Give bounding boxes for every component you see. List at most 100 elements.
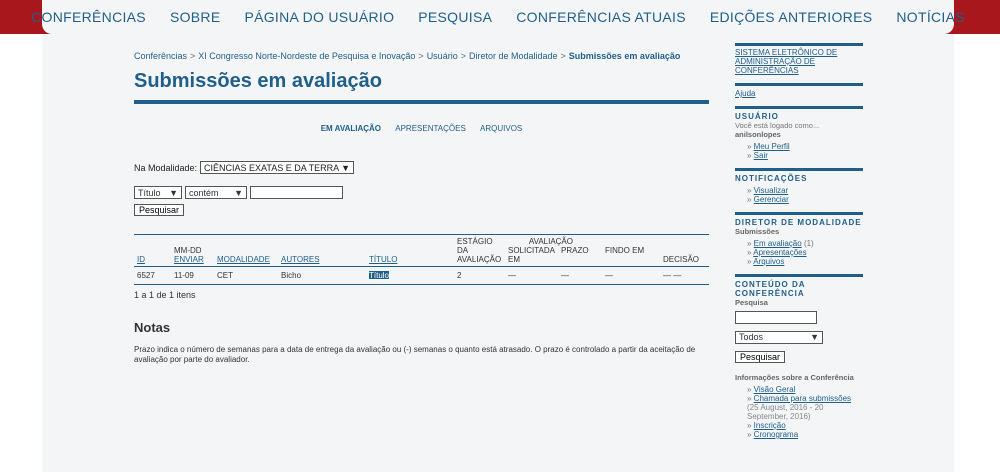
breadcrumb-separator: > <box>460 51 466 61</box>
modality-select-value: CIÊNCIAS EXATAS E DA TERRA <box>204 162 340 173</box>
content-block: CONTEÚDO DA CONFERÊNCIA Pesquisa Todos ▼… <box>735 274 863 439</box>
logout-link[interactable]: Sair <box>754 151 768 160</box>
breadcrumb-separator: > <box>418 51 424 61</box>
tab-arquivos[interactable]: ARQUIVOS <box>480 124 522 133</box>
my-profile-link[interactable]: Meu Perfil <box>754 142 790 151</box>
logged-as-text: Você está logado como... <box>735 121 820 130</box>
manage-notifications-link[interactable]: Gerenciar <box>754 195 789 204</box>
modality-filter: Na Modalidade: CIÊNCIAS EXATAS E DA TERR… <box>134 161 709 174</box>
overview-link[interactable]: Visão Geral <box>754 385 796 394</box>
col-modality[interactable]: MODALIDADE <box>217 255 270 264</box>
page-title: Submissões em avaliação <box>134 70 709 104</box>
cell-authors: Bicho <box>281 271 302 280</box>
cell-id: 6527 <box>137 271 155 280</box>
nav-conferencias-atuais[interactable]: CONFERÊNCIAS ATUAIS <box>516 9 686 25</box>
breadcrumb-separator: > <box>560 51 566 61</box>
col-title[interactable]: TÍTULO <box>369 255 397 264</box>
modality-filter-label: Na Modalidade: <box>134 162 198 173</box>
col-done: FINDO EM <box>605 246 645 255</box>
col-deadline: PRAZO <box>561 246 589 255</box>
dropdown-arrow-icon: ▼ <box>341 162 351 173</box>
search-button[interactable]: Pesquisar <box>134 204 185 216</box>
director-block: DIRETOR DE MODALIDADE Submissões Em aval… <box>735 212 863 266</box>
col-stage-line2: AVALIAÇÃO <box>457 255 502 264</box>
col-authors[interactable]: AUTORES <box>281 255 320 264</box>
dropdown-arrow-icon: ▼ <box>810 332 819 342</box>
em-avaliacao-count: (1) <box>803 239 814 248</box>
search-field-select[interactable]: Título ▼ <box>134 186 182 199</box>
breadcrumb-diretor[interactable]: Diretor de Modalidade <box>469 51 558 61</box>
page-body: Conferências > XI Congresso Norte-Nordeste… <box>42 34 954 472</box>
view-notifications-link[interactable]: Visualizar <box>754 186 789 195</box>
sidebar-item-em-avaliacao[interactable]: Em avaliação <box>754 239 802 248</box>
col-id[interactable]: ID <box>137 255 145 264</box>
col-stage-line1: ESTÁGIO DA <box>457 237 493 255</box>
help-link[interactable]: Ajuda <box>735 89 863 98</box>
user-block: USUÁRIO Você está logado como... anilson… <box>735 106 863 160</box>
search-field-value: Título <box>138 187 161 198</box>
sidebar: SISTEMA ELETRÔNICO DE ADMINISTRAÇÃO DE C… <box>735 43 863 439</box>
notes-heading: Notas <box>134 320 171 335</box>
submissions-table: ID MM-DD ENVIAR MODALIDADE AUTORES TÍTULO… <box>134 234 709 285</box>
cell-title-link[interactable]: Título <box>369 271 390 280</box>
call-dates: (25 August, 2016 - 20 September, 2016) <box>747 403 824 421</box>
table-row: 6527 11-09 CET Bicho Título 2 — — — — — <box>134 267 709 285</box>
sidebar-scope-value: Todos <box>739 332 764 342</box>
breadcrumb-congresso[interactable]: XI Congresso Norte-Nordeste de Pesquisa … <box>198 51 415 61</box>
breadcrumb-usuario[interactable]: Usuário <box>427 51 458 61</box>
notifications-block: NOTIFICAÇÕES Visualizar Gerenciar <box>735 168 863 204</box>
schedule-link[interactable]: Cronograma <box>754 430 798 439</box>
col-date[interactable]: ENVIAR <box>174 255 204 264</box>
director-title: DIRETOR DE MODALIDADE <box>735 218 862 227</box>
cell-deadline: — <box>561 271 569 280</box>
breadcrumb-conferencias[interactable]: Conferências <box>134 51 187 61</box>
cell-done: — <box>605 271 613 280</box>
nav-noticias[interactable]: NOTÍCIAS <box>896 9 965 25</box>
sidebar-item-arquivos[interactable]: Arquivos <box>753 257 784 266</box>
cell-requested: — <box>508 271 516 280</box>
sidebar-item-apresentacoes[interactable]: Apresentações <box>753 248 806 257</box>
col-review-group: AVALIAÇÃO <box>528 237 573 246</box>
registration-link[interactable]: Inscrição <box>754 421 786 430</box>
subtabs: EM AVALIAÇÃO APRESENTAÇÕES ARQUIVOS <box>134 124 709 133</box>
breadcrumb: Conferências > XI Congresso Norte-Nordeste… <box>134 51 709 62</box>
notes-text: Prazo indica o número de semanas para a … <box>134 345 696 364</box>
breadcrumb-current[interactable]: Submissões em avaliação <box>569 51 681 61</box>
conference-info-heading: Informações sobre a Conferência <box>735 373 854 382</box>
content-title: CONTEÚDO DA CONFERÊNCIA <box>735 280 806 298</box>
nav-pagina-usuario[interactable]: PÁGINA DO USUÁRIO <box>244 9 394 25</box>
col-requested-line1: SOLICITADA <box>508 246 555 255</box>
modality-select[interactable]: CIÊNCIAS EXATAS E DA TERRA ▼ <box>200 161 355 174</box>
col-requested-line2: EM <box>508 255 520 264</box>
cell-date: 11-09 <box>174 271 194 280</box>
user-title: USUÁRIO <box>735 112 779 121</box>
main-content: Conferências > XI Congresso Norte-Nordeste… <box>134 34 709 365</box>
tab-em-avaliacao[interactable]: EM AVALIAÇÃO <box>321 124 381 133</box>
items-count: 1 a 1 de 1 itens <box>134 290 196 300</box>
director-subtitle: Submissões <box>735 227 780 236</box>
nav-conferencias[interactable]: CONFERÊNCIAS <box>31 9 146 25</box>
search-match-value: contém <box>189 187 219 198</box>
search-input[interactable] <box>250 186 343 199</box>
sidebar-search-input[interactable] <box>735 310 817 324</box>
tab-apresentacoes[interactable]: APRESENTAÇÕES <box>395 124 466 133</box>
dropdown-arrow-icon: ▼ <box>234 187 243 198</box>
notifications-title: NOTIFICAÇÕES <box>735 174 808 183</box>
cell-stage: 2 <box>457 271 462 280</box>
nav-sobre[interactable]: SOBRE <box>170 9 221 25</box>
call-for-submissions-link[interactable]: Chamada para submissões <box>754 394 851 403</box>
col-decision: DECISÃO <box>663 255 700 264</box>
cell-modality: CET <box>217 271 233 280</box>
nav-edicoes-anteriores[interactable]: EDIÇÕES ANTERIORES <box>710 9 873 25</box>
search-row: Título ▼ contém ▼ <box>134 186 709 199</box>
breadcrumb-separator: > <box>190 51 196 61</box>
search-match-select[interactable]: contém ▼ <box>185 186 247 199</box>
username: anilsonlopes <box>735 130 781 139</box>
cell-decision: — — <box>663 271 682 280</box>
col-date-label: MM-DD <box>174 246 202 255</box>
system-link[interactable]: SISTEMA ELETRÔNICO DE ADMINISTRAÇÃO DE C… <box>735 48 863 75</box>
sidebar-search-button[interactable]: Pesquisar <box>735 351 786 363</box>
main-nav: CONFERÊNCIAS SOBRE PÁGINA DO USUÁRIO PES… <box>31 0 965 34</box>
sidebar-scope-select[interactable]: Todos ▼ <box>735 330 823 344</box>
nav-pesquisa[interactable]: PESQUISA <box>418 9 492 25</box>
